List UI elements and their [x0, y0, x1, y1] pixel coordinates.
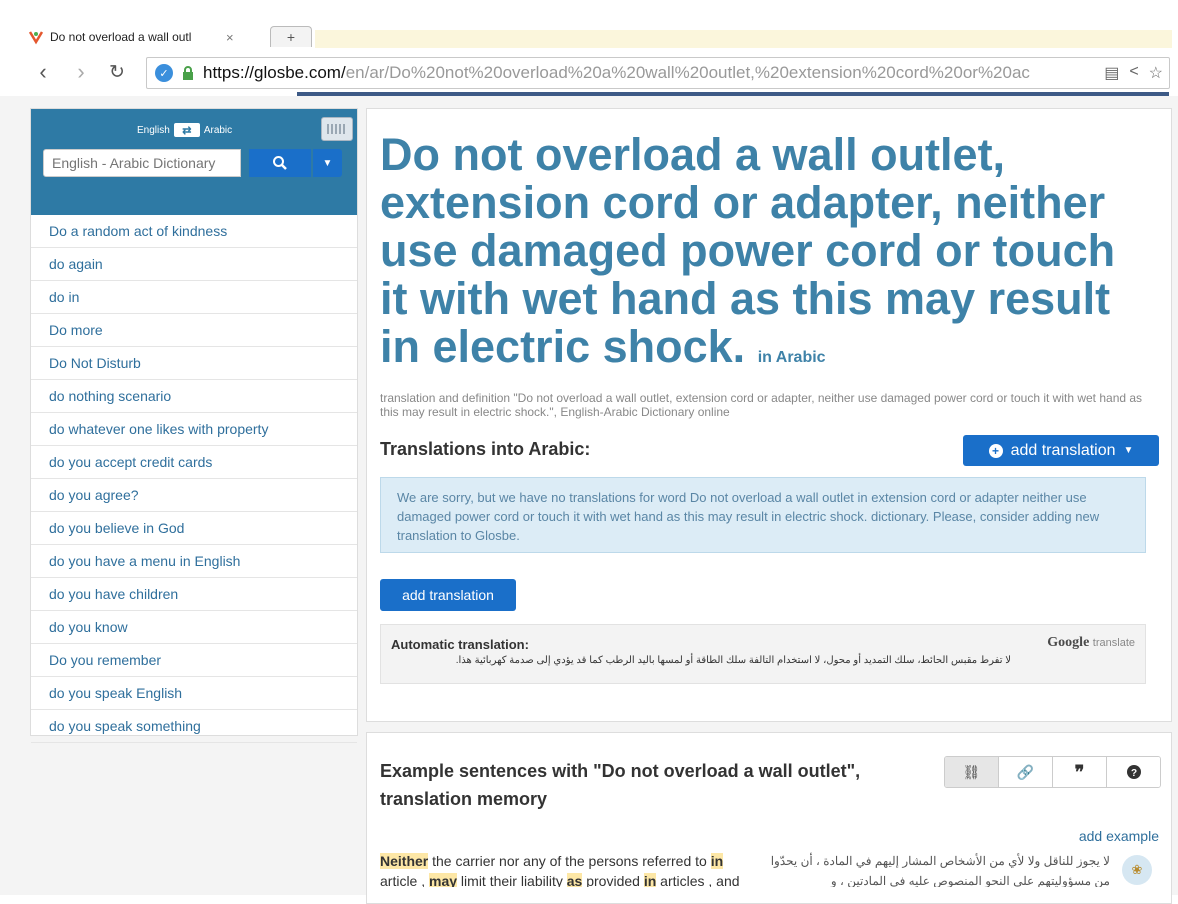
search-options-dropdown[interactable]: ▼	[313, 149, 342, 177]
sentence-fragment: article ,	[380, 873, 430, 887]
list-item[interactable]: Do Not Disturb	[31, 347, 357, 380]
examples-toolbar: ⛓ 🔗 ❞ ?	[944, 756, 1161, 788]
url-bar-actions: ▤ < ☆	[1104, 63, 1163, 83]
list-item[interactable]: Do you remember	[31, 644, 357, 677]
browser-tab-strip: Do not overload a wall outl × +	[0, 0, 1178, 52]
highlighted-word: Neither	[380, 853, 429, 869]
help-icon[interactable]: ?	[1106, 757, 1160, 787]
list-item[interactable]: do in	[31, 281, 357, 314]
list-item[interactable]: do you speak English	[31, 677, 357, 710]
quote-icon[interactable]: ❞	[1052, 757, 1106, 787]
sidebar-search-panel: English ⇄ Arabic ▼	[31, 109, 357, 215]
search-input[interactable]	[43, 149, 241, 177]
add-translation-label: add translation	[1010, 441, 1116, 459]
phrase-heading: Do not overload a wall outlet, extension…	[380, 129, 1116, 372]
translations-heading: Translations into Arabic:	[380, 439, 591, 459]
url-path: en/ar/Do%20not%20overload%20a%20wall%20o…	[345, 63, 1030, 82]
sentence-fragment: articles , and	[656, 873, 740, 887]
list-item[interactable]: do you have children	[31, 578, 357, 611]
add-translation-button[interactable]: add translation	[380, 579, 516, 611]
search-button[interactable]	[249, 149, 311, 177]
un-emblem-icon: ❀	[1122, 855, 1152, 885]
browser-tab[interactable]: Do not overload a wall outl ×	[28, 24, 256, 50]
list-item[interactable]: do you have a menu in English	[31, 545, 357, 578]
add-translation-dropdown-button[interactable]: + add translation ▼	[963, 435, 1159, 466]
lang-to: Arabic	[203, 124, 233, 136]
verified-badge-icon: ✓	[155, 64, 173, 82]
example-row: Neither the carrier nor any of the perso…	[380, 851, 1160, 887]
glosbe-favicon-icon	[28, 29, 44, 45]
language-switch[interactable]: English ⇄ Arabic	[137, 123, 232, 137]
reload-icon[interactable]: ↻	[104, 57, 130, 87]
tab-title: Do not overload a wall outl	[50, 30, 192, 44]
list-item[interactable]: do whatever one likes with property	[31, 413, 357, 446]
list-item[interactable]: do you know	[31, 611, 357, 644]
highlighted-word: in	[643, 873, 657, 887]
link-icon[interactable]: 🔗	[998, 757, 1052, 787]
examples-heading: Example sentences with "Do not overload …	[380, 761, 861, 809]
lock-icon	[181, 66, 195, 80]
url-bar[interactable]: ✓ https://glosbe.com/ en/ar/Do%20not%20o…	[146, 57, 1170, 89]
related-phrases-list: Do a random act of kindness do again do …	[31, 215, 357, 743]
lang-from: English	[137, 124, 170, 136]
forward-arrow-icon[interactable]: ›	[68, 57, 94, 87]
highlighted-word: may	[429, 873, 458, 887]
list-item[interactable]: do you agree?	[31, 479, 357, 512]
plus-circle-icon: +	[988, 443, 1003, 458]
page-title: Do not overload a wall outlet, extension…	[380, 131, 1150, 382]
automatic-translation-text: لا تفرط مقبس الحائط، سلك التمديد أو محول…	[455, 655, 1011, 666]
virtual-keyboard-icon[interactable]	[321, 117, 353, 141]
list-item[interactable]: do again	[31, 248, 357, 281]
list-item[interactable]: do you speak something	[31, 710, 357, 743]
sentence-fragment: the carrier nor any of the persons refer…	[428, 853, 711, 869]
new-tab-button[interactable]: +	[270, 26, 312, 47]
add-example-link[interactable]: add example	[1079, 828, 1159, 844]
caret-down-icon: ▼	[1123, 445, 1134, 456]
list-item[interactable]: Do a random act of kindness	[31, 215, 357, 248]
list-item[interactable]: do you accept credit cards	[31, 446, 357, 479]
example-target-sentence: لا يجوز للناقل ولا لأي من الأشخاص المشار…	[770, 854, 1110, 887]
translation-card: Do not overload a wall outlet, extension…	[366, 108, 1172, 722]
google-wordmark: Google	[1047, 635, 1090, 650]
sentence-fragment: limit their liability	[457, 873, 567, 887]
svg-text:?: ?	[1130, 768, 1136, 779]
sentence-fragment: provided	[582, 873, 644, 887]
share-icon[interactable]: <	[1129, 63, 1138, 83]
unlink-icon[interactable]: ⛓	[945, 757, 998, 787]
list-item[interactable]: Do more	[31, 314, 357, 347]
google-translate-logo: Google translate	[1047, 635, 1135, 651]
url-host: https://glosbe.com/	[203, 63, 346, 82]
definition-text: translation and definition "Do not overl…	[380, 391, 1143, 419]
list-item[interactable]: do you believe in God	[31, 512, 357, 545]
back-arrow-icon[interactable]: ‹	[30, 57, 56, 87]
bookmark-star-icon[interactable]: ☆	[1149, 63, 1163, 83]
target-language-suffix: in Arabic	[757, 349, 826, 366]
list-item[interactable]: do nothing scenario	[31, 380, 357, 413]
automatic-translation-label: Automatic translation:	[391, 637, 529, 652]
examples-card: Example sentences with "Do not overload …	[366, 732, 1172, 904]
search-icon	[273, 156, 287, 170]
highlighted-word: in	[710, 853, 724, 869]
tab-strip-background	[315, 30, 1172, 48]
page-content: English ⇄ Arabic ▼ Do a random act of ki…	[0, 96, 1178, 904]
no-translation-notice: We are sorry, but we have no translation…	[380, 477, 1146, 553]
swap-languages-icon[interactable]: ⇄	[173, 123, 200, 137]
tab-close-icon[interactable]: ×	[226, 30, 234, 45]
automatic-translation-box: Automatic translation: لا تفرط مقبس الحا…	[380, 624, 1146, 684]
sidebar: English ⇄ Arabic ▼ Do a random act of ki…	[30, 108, 358, 743]
example-source-sentence: Neither the carrier nor any of the perso…	[380, 851, 755, 887]
translate-wordmark: translate	[1092, 637, 1135, 649]
translate-page-icon[interactable]: ▤	[1104, 63, 1119, 83]
highlighted-word: as	[566, 873, 583, 887]
address-bar-row: ‹ › ↻ ✓ https://glosbe.com/ en/ar/Do%20n…	[0, 52, 1178, 92]
